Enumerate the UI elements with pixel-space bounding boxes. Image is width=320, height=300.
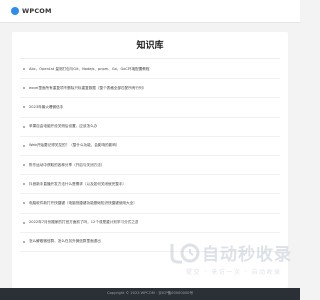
list-item[interactable]: 陈东运动中获取的各种分享（开启与关闭方法） (20, 156, 280, 176)
bullet-icon (23, 240, 25, 243)
watermark-subtitle: 提交 · 来访一次 · 自动收录 (186, 269, 282, 276)
bullet-icon (23, 164, 25, 167)
list-item[interactable]: 抖音新手直播开发方法什么是需求（以及如何关闭就完整手） (20, 175, 280, 195)
list-item[interactable]: Web开始要记得关控的？（整什么功能，会影响的影响） (20, 137, 280, 156)
article-link[interactable]: excel里面所有重复项不删除只标重复数据（整个表格全部匹配所有行列） (29, 86, 146, 91)
logo-text: WPCOM (22, 7, 52, 15)
top-navbar: WPCOM (0, 0, 300, 23)
article-link[interactable]: 2023年最火爆微信手 (29, 105, 63, 110)
watermark-title: 自动秒收录 (202, 245, 292, 265)
list-item[interactable]: 2023年最火爆微信手 (20, 98, 280, 118)
article-link[interactable]: 抖音新手直播开发方法什么是需求（以及如何关闭就完整手） (29, 182, 126, 187)
bullet-icon (23, 87, 25, 90)
logo-icon (11, 7, 19, 15)
bullet-icon (23, 68, 25, 71)
bullet-icon (23, 183, 25, 186)
watermark: 自动秒收录 提交 · 来访一次 · 自动收录 (168, 238, 291, 280)
article-link[interactable]: Abc、OpenLst 量测打包与Git、Nodejs、pnpm、Go、GoC环… (29, 67, 150, 72)
list-item[interactable]: 电脑软件新打开快捷键（电脑快捷键功能基础知识快捷键使用大全） (20, 194, 280, 214)
bullet-icon (23, 106, 25, 109)
article-link[interactable]: Web开始要记得关控的？（整什么功能，会影响的影响） (29, 143, 120, 148)
title-divider (20, 58, 280, 59)
list-item[interactable]: excel里面所有重复项不删除只标重复数据（整个表格全部匹配所有行列） (20, 79, 280, 99)
list-item[interactable]: 2022年7月份搬家的打官方面前了吗，12个或是重计划学习分式之选 (20, 214, 280, 233)
bullet-icon (23, 221, 25, 224)
bullet-icon (23, 202, 25, 205)
watermark-logo-icon (170, 243, 200, 264)
page-title: 知识库 (136, 41, 164, 51)
list-item[interactable]: Abc、OpenLst 量测打包与Git、Nodejs、pnpm、Go、GoC环… (20, 60, 280, 80)
article-list: Abc、OpenLst 量测打包与Git、Nodejs、pnpm、Go、GoC环… (20, 60, 280, 252)
bullet-icon (23, 125, 25, 128)
footer: Copyright © 2023 WPCOM · 京ICP备00000000号 (0, 288, 300, 300)
bullet-icon (23, 144, 25, 147)
site-logo[interactable]: WPCOM (11, 5, 52, 17)
article-link[interactable]: 苹果自由电脑开设关侧后设置，应该怎么办 (29, 124, 97, 129)
article-link[interactable]: 陈东运动中获取的各种分享（开启与关闭方法） (29, 163, 104, 168)
footer-copyright: Copyright © 2023 WPCOM · 京ICP备00000000号 (106, 291, 194, 295)
article-link[interactable]: 电脑软件新打开快捷键（电脑快捷键功能基础知识快捷键使用大全） (29, 201, 137, 206)
article-link[interactable]: 2022年7月份搬家的打官方面前了吗，12个或是重计划学习分式之选 (29, 220, 138, 225)
list-item[interactable]: 苹果自由电脑开设关侧后设置，应该怎么办 (20, 118, 280, 137)
article-link[interactable]: 怎么解散微信群，怎么在另外微信群里面退出 (29, 239, 101, 244)
